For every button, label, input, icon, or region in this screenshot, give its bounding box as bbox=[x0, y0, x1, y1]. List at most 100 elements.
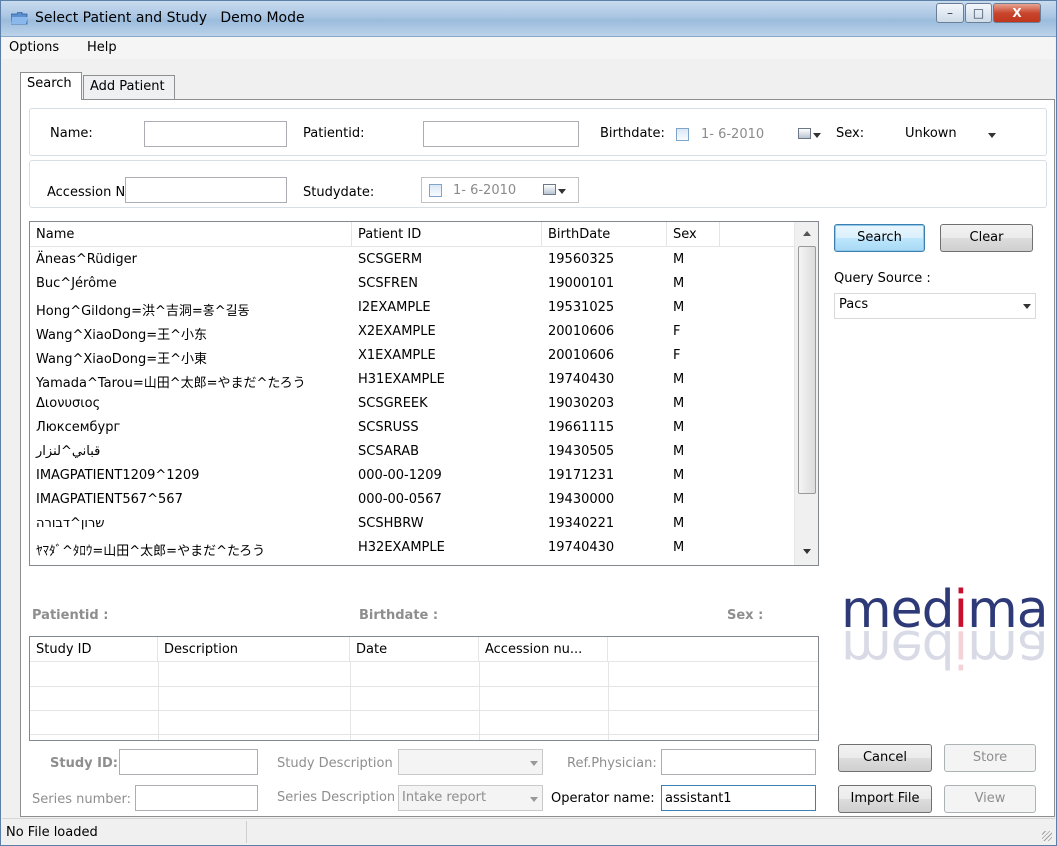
column-header-date[interactable]: Date bbox=[350, 637, 479, 662]
study-id-input[interactable] bbox=[119, 749, 258, 775]
studydate-enable-checkbox[interactable] bbox=[429, 184, 442, 197]
calendar-icon[interactable] bbox=[543, 184, 556, 195]
store-button[interactable]: Store bbox=[944, 744, 1036, 772]
cell-sex: M bbox=[673, 300, 685, 315]
table-row[interactable]: قباني^لنزار SCSARAB 19430505 M bbox=[30, 440, 794, 464]
birthdate-picker[interactable]: 1- 6-2010 bbox=[669, 121, 821, 147]
import-file-button[interactable]: Import File bbox=[838, 785, 932, 813]
table-row[interactable]: Люксембург SCSRUSS 19661115 M bbox=[30, 416, 794, 440]
birthdate-enable-checkbox[interactable] bbox=[676, 128, 689, 141]
column-header-description[interactable]: Description bbox=[158, 637, 350, 662]
cell-patient-id: H31EXAMPLE bbox=[358, 372, 445, 387]
series-number-input[interactable] bbox=[135, 785, 258, 811]
cell-birthdate: 19560325 bbox=[548, 252, 615, 267]
name-label: Name: bbox=[50, 126, 93, 141]
clear-button[interactable]: Clear bbox=[940, 224, 1033, 252]
column-header-birthdate[interactable]: BirthDate bbox=[542, 222, 667, 247]
cell-birthdate: 19000101 bbox=[548, 276, 615, 291]
table-row[interactable]: Äneas^Rüdiger SCSGERM 19560325 M bbox=[30, 248, 794, 272]
table-row[interactable]: Buc^Jérôme SCSFREN 19000101 M bbox=[30, 272, 794, 296]
column-header-patient-id[interactable]: Patient ID bbox=[352, 222, 542, 247]
cell-name: שרון^דבורה bbox=[36, 516, 105, 531]
logo-reflection-start: med bbox=[841, 618, 954, 678]
table-row[interactable]: Wang^XiaoDong=王^小東 X1EXAMPLE 20010606 F bbox=[30, 344, 794, 368]
cell-sex: M bbox=[673, 276, 685, 291]
cell-sex: M bbox=[673, 492, 685, 507]
column-header-sex[interactable]: Sex bbox=[667, 222, 720, 247]
table-row[interactable]: IMAGPATIENT1209^1209 000-00-1209 19171231 M bbox=[30, 464, 794, 488]
operator-name-input[interactable] bbox=[661, 785, 816, 811]
table-row[interactable]: Yamada^Tarou=山田^太郎=やまだ^たろう H31EXAMPLE 1974… bbox=[30, 368, 794, 392]
main-window: Select Patient and Study Demo Mode – □ X… bbox=[0, 0, 1057, 846]
table-row[interactable]: ﾔﾏﾀﾞ^ﾀﾛｳ=山田^太郎=やまだ^たろう H32EXAMPLE 19740430… bbox=[30, 536, 794, 560]
tab-search[interactable]: Search bbox=[20, 72, 82, 100]
study-description-select[interactable] bbox=[398, 749, 543, 775]
grid-line bbox=[608, 662, 609, 740]
scroll-up-icon[interactable] bbox=[803, 231, 811, 236]
table-row[interactable]: שרון^דבורה SCSHBRW 19340221 M bbox=[30, 512, 794, 536]
cell-birthdate: 19340221 bbox=[548, 516, 615, 531]
column-header-accession[interactable]: Accession nu... bbox=[479, 637, 608, 662]
chevron-down-icon bbox=[530, 797, 538, 802]
minimize-button[interactable]: – bbox=[936, 3, 964, 23]
view-button[interactable]: View bbox=[944, 785, 1036, 813]
patientid-input[interactable] bbox=[423, 121, 579, 147]
cell-sex: M bbox=[673, 516, 685, 531]
query-source-value: Pacs bbox=[839, 297, 869, 312]
studydate-picker[interactable]: 1- 6-2010 bbox=[421, 177, 579, 203]
name-input[interactable] bbox=[144, 121, 287, 147]
maximize-button[interactable]: □ bbox=[965, 3, 992, 23]
table-row[interactable]: Wang^XiaoDong=王^小东 X2EXAMPLE 20010606 F bbox=[30, 320, 794, 344]
status-text: No File loaded bbox=[6, 825, 98, 840]
table-row[interactable]: Hong^Gildong=洪^吉洞=홍^길동 I2EXAMPLE 19531025 M bbox=[30, 296, 794, 320]
ref-physician-input[interactable] bbox=[661, 749, 816, 775]
cell-birthdate: 19430000 bbox=[548, 492, 615, 507]
cell-patient-id: I2EXAMPLE bbox=[358, 300, 431, 315]
column-header-name[interactable]: Name bbox=[30, 222, 352, 247]
scroll-down-icon[interactable] bbox=[803, 549, 811, 554]
detail-birthdate-label: Birthdate : bbox=[359, 608, 439, 623]
cell-name: Διονυσιος bbox=[36, 396, 101, 411]
cell-patient-id: SCSRUSS bbox=[358, 420, 419, 435]
cell-name: Wang^XiaoDong=王^小東 bbox=[36, 352, 208, 367]
title-bar[interactable]: Select Patient and Study Demo Mode – □ X bbox=[1, 1, 1056, 37]
accession-input[interactable] bbox=[125, 177, 287, 203]
search-button[interactable]: Search bbox=[834, 224, 925, 252]
study-row[interactable] bbox=[30, 711, 818, 735]
status-bar: No File loaded bbox=[2, 818, 1055, 845]
study-row[interactable] bbox=[30, 687, 818, 711]
tab-add-patient[interactable]: Add Patient bbox=[83, 75, 175, 99]
patient-grid-header: Name Patient ID BirthDate Sex bbox=[30, 222, 794, 247]
tab-add-patient-label: Add Patient bbox=[90, 79, 165, 94]
cell-sex: M bbox=[673, 444, 685, 459]
close-button[interactable]: X bbox=[993, 3, 1041, 23]
study-row[interactable] bbox=[30, 663, 818, 687]
folder-icon bbox=[11, 12, 28, 25]
cell-birthdate: 19661115 bbox=[548, 420, 615, 435]
table-row[interactable]: Διονυσιος SCSGREEK 19030203 M bbox=[30, 392, 794, 416]
sex-select[interactable]: Unkown bbox=[902, 121, 1000, 147]
study-grid[interactable]: Study ID Description Date Accession nu..… bbox=[29, 636, 819, 741]
menu-help[interactable]: Help bbox=[87, 40, 117, 55]
cell-name: IMAGPATIENT1209^1209 bbox=[36, 468, 200, 483]
cell-birthdate: 20010606 bbox=[548, 324, 615, 339]
patient-grid[interactable]: Name Patient ID BirthDate Sex Äneas^Rüdi… bbox=[29, 221, 819, 566]
menu-options[interactable]: Options bbox=[9, 40, 59, 55]
column-header-study-id[interactable]: Study ID bbox=[30, 637, 158, 662]
cell-birthdate: 20010606 bbox=[548, 348, 615, 363]
series-description-select[interactable]: Intake report bbox=[398, 785, 543, 811]
patient-grid-scrollbar[interactable] bbox=[794, 222, 818, 565]
menu-bar: Options Help bbox=[2, 37, 1055, 59]
scrollbar-thumb[interactable] bbox=[798, 246, 816, 494]
cell-patient-id: SCSGERM bbox=[358, 252, 423, 267]
series-number-label: Series number: bbox=[32, 792, 131, 807]
grid-line bbox=[350, 662, 351, 740]
query-source-select[interactable]: Pacs bbox=[834, 293, 1036, 319]
cell-patient-id: X1EXAMPLE bbox=[358, 348, 436, 363]
cancel-button[interactable]: Cancel bbox=[838, 744, 932, 772]
resize-grip-icon[interactable] bbox=[1042, 831, 1052, 841]
sex-select-value: Unkown bbox=[905, 126, 957, 141]
cell-name: Hong^Gildong=洪^吉洞=홍^길동 bbox=[36, 304, 250, 319]
calendar-icon[interactable] bbox=[798, 128, 811, 139]
table-row[interactable]: IMAGPATIENT567^567 000-00-0567 19430000 M bbox=[30, 488, 794, 512]
